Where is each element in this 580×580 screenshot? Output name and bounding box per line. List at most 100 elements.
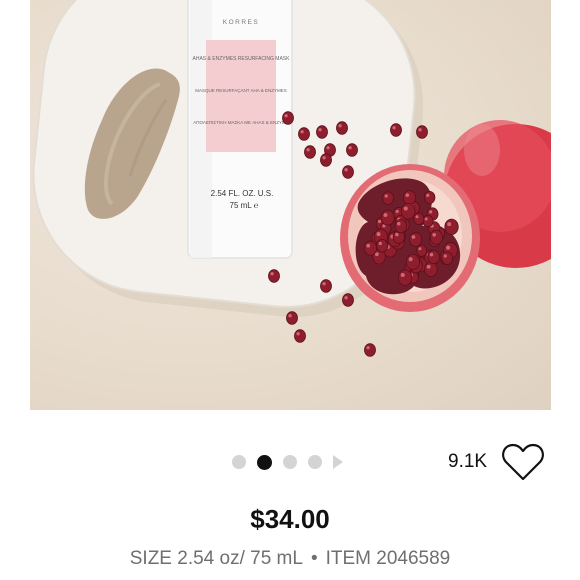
seed-highlight	[403, 206, 408, 211]
tube-size-line2: 75 mL ℮	[230, 201, 259, 210]
seed-highlight	[418, 247, 422, 251]
product-details: SIZE 2.54 oz/ 75 mL • ITEM 2046589	[0, 548, 580, 570]
seed-highlight	[344, 296, 348, 300]
seed-highlight	[284, 114, 288, 118]
pomegranate-seed	[282, 111, 294, 125]
seed-highlight	[288, 314, 292, 318]
seed-highlight	[296, 332, 300, 336]
seed-highlight	[322, 282, 326, 286]
product-tube	[187, 0, 293, 259]
seed-highlight	[428, 210, 433, 214]
pomegranate-seed	[427, 249, 440, 265]
seed-highlight	[338, 124, 342, 128]
tube-label-fr: MASQUE RESURFAÇANT AHA & ENZYMES	[195, 88, 286, 93]
pomegranate-seed	[380, 209, 395, 226]
seed-highlight	[306, 148, 310, 152]
seed-highlight	[378, 241, 382, 246]
seed-highlight	[392, 126, 396, 130]
seed-highlight	[408, 257, 413, 262]
seed-highlight	[446, 245, 451, 250]
pomegranate-seed	[320, 279, 332, 293]
tube-size-line1: 2.54 FL. OZ. U.S.	[211, 189, 274, 198]
pomegranate-seed	[429, 229, 443, 245]
carousel-dot[interactable]	[283, 455, 297, 469]
pomegranate-seed	[346, 143, 358, 157]
pomegranate-seed	[394, 219, 408, 234]
seed-highlight	[384, 194, 388, 198]
carousel-dot-active[interactable]	[257, 454, 272, 470]
seed-highlight	[429, 252, 434, 257]
pomegranate-seed	[390, 123, 402, 137]
seed-highlight	[322, 156, 326, 160]
pomegranate-seed	[444, 218, 459, 236]
pomegranate-seed	[268, 269, 280, 283]
tube-label-gr: ΑΠΟΛΕΠΙΣΤΙΚΗ ΜΑΣΚΑ ΜΕ AHAS & ENZYMA	[193, 120, 289, 125]
seed-highlight	[377, 219, 382, 224]
seed-highlight	[318, 128, 322, 132]
pomegranate-seed	[382, 191, 394, 205]
pomegranate-seed	[294, 329, 306, 343]
seed-highlight	[366, 346, 370, 350]
seed-highlight	[270, 272, 274, 276]
carousel-dot[interactable]	[308, 455, 322, 469]
pomegranate-seed	[402, 190, 416, 206]
seed-highlight	[432, 232, 437, 237]
pomegranate-seed	[320, 153, 332, 167]
seed-highlight	[424, 217, 428, 221]
seed-highlight	[376, 232, 381, 237]
pomegranate-seed	[397, 269, 413, 286]
product-photo[interactable]: KORRES AHAS & ENZYMES RESURFACING MASK M…	[30, 0, 551, 410]
pomegranate-seed	[416, 125, 428, 139]
price: $34.00	[250, 504, 330, 534]
like-count: 9.1K	[448, 451, 488, 472]
pomegranate-seed	[413, 212, 425, 225]
pomegranate-seed	[364, 343, 376, 357]
seed-highlight	[326, 146, 330, 150]
pomegranate-seed	[400, 202, 416, 220]
seed-highlight	[383, 213, 388, 218]
seed-highlight	[411, 235, 416, 239]
image-carousel-indicator	[232, 452, 343, 472]
seed-highlight	[395, 209, 399, 214]
pomegranate-seed	[376, 238, 389, 253]
heart-outline-icon[interactable]	[501, 442, 545, 482]
pomegranate-seed	[409, 232, 423, 247]
seed-highlight	[395, 232, 399, 237]
seed-highlight	[418, 128, 422, 132]
pomegranate-seed	[422, 214, 434, 228]
tube-label-en: AHAS & ENZYMES RESURFACING MASK	[193, 56, 291, 62]
pomegranate-seed	[286, 311, 298, 325]
seed-highlight	[426, 264, 431, 269]
seed-highlight	[344, 168, 348, 172]
seed-highlight	[366, 243, 371, 248]
item-number: ITEM 2046589	[325, 548, 451, 569]
seed-highlight	[397, 222, 401, 226]
likes: 9.1K	[448, 440, 545, 484]
pomegranate-seed	[424, 261, 438, 278]
carousel-dot[interactable]	[232, 455, 246, 469]
pomegranate-seed	[441, 251, 454, 265]
pomegranate-seed	[336, 121, 348, 135]
seed-highlight	[400, 272, 405, 278]
seed-highlight	[447, 222, 452, 227]
pomegranate-seed	[298, 127, 310, 141]
pomegranate-seed	[304, 145, 316, 159]
pomegranate-seed	[423, 190, 436, 204]
pomegranate-seed	[342, 165, 354, 179]
seed-highlight	[426, 193, 430, 197]
product-photo-art: KORRES AHAS & ENZYMES RESURFACING MASK M…	[32, 0, 551, 357]
pomegranate-seed	[342, 293, 354, 307]
pomegranate-seed	[363, 240, 378, 256]
seed-highlight	[300, 130, 304, 134]
separator-dot: •	[310, 548, 318, 569]
pomegranate-seed	[316, 125, 328, 139]
pomegranate-seed	[405, 253, 420, 270]
size-text: SIZE 2.54 oz/ 75 mL	[129, 548, 303, 569]
seed-highlight	[348, 146, 352, 150]
tube-brand: KORRES	[223, 19, 259, 26]
seed-highlight	[443, 254, 447, 258]
seed-highlight	[415, 215, 419, 219]
chevron-right-icon[interactable]	[333, 455, 343, 469]
pomegranate-seed	[416, 244, 428, 257]
seed-highlight	[405, 193, 410, 197]
